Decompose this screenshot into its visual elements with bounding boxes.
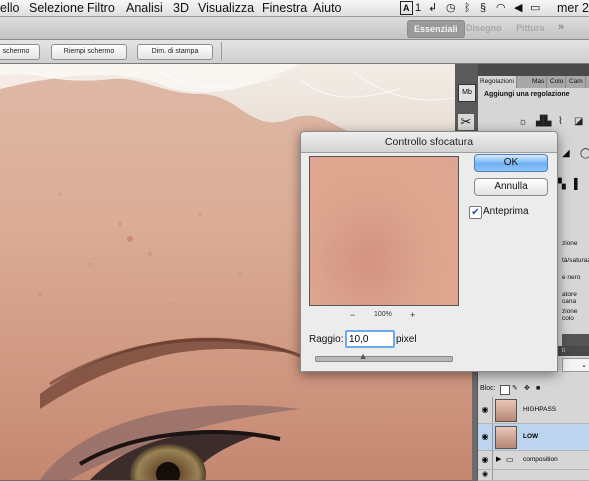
ok-button[interactable]: OK bbox=[474, 154, 548, 172]
menu-item-visualizza[interactable]: Visualizza bbox=[198, 0, 254, 16]
layer-row[interactable]: ◉ bbox=[478, 470, 589, 481]
radius-input[interactable] bbox=[345, 330, 395, 348]
layer-group-row[interactable]: ◉ ▶ ▭ composition bbox=[478, 451, 589, 470]
tab-campioni[interactable]: Cam bbox=[567, 76, 586, 88]
workspace-pittura[interactable]: Pittura bbox=[516, 20, 545, 36]
menu-item-3d[interactable]: 3D bbox=[173, 0, 189, 16]
photo-filter-icon[interactable]: ▚ bbox=[558, 179, 566, 190]
volume-icon[interactable]: ◀ bbox=[514, 0, 522, 16]
dialog-title: Controllo sfocatura bbox=[301, 132, 557, 153]
script-icon[interactable]: § bbox=[480, 0, 486, 16]
options-bar: schermo Riempi schermo Dim. di stampa bbox=[0, 40, 589, 64]
adobe-status-icon[interactable]: A bbox=[400, 1, 413, 15]
menu-item-selezione[interactable]: Selezione bbox=[29, 0, 84, 16]
lock-label: Bloc: bbox=[480, 385, 496, 392]
radius-label: Raggio: bbox=[309, 334, 344, 345]
expand-triangle-icon[interactable]: ▶ bbox=[496, 455, 501, 463]
radius-slider-thumb[interactable]: ▲ bbox=[359, 351, 368, 361]
menu-item-analisi[interactable]: Analisi bbox=[126, 0, 163, 16]
more-workspaces-icon[interactable]: » bbox=[558, 19, 564, 35]
panel-tabs: Regolazioni Mas Colo Cam bbox=[478, 76, 589, 88]
workspace-disegno[interactable]: Disegno bbox=[466, 20, 502, 36]
wifi-icon[interactable]: ◠ bbox=[496, 0, 506, 16]
preset-item[interactable]: tà/saturaz bbox=[562, 257, 589, 274]
layer-row[interactable]: ◉ HIGHPASS bbox=[478, 397, 589, 424]
levels-icon[interactable]: ▟▙ bbox=[536, 116, 551, 127]
battery-icon[interactable]: ▭ bbox=[530, 0, 540, 16]
blend-mode-select[interactable]: ⌄ bbox=[562, 358, 589, 372]
gradient-map-icon[interactable]: ◢ bbox=[562, 148, 570, 159]
panel-divider bbox=[562, 334, 589, 346]
menu-item-filtro[interactable]: Filtro bbox=[87, 0, 115, 16]
clock[interactable]: mer 2 bbox=[557, 0, 589, 16]
print-size-button[interactable]: Dim. di stampa bbox=[137, 44, 213, 60]
fill-screen-button[interactable]: Riempi schermo bbox=[51, 44, 127, 60]
layer-name[interactable]: LOW bbox=[523, 433, 538, 440]
radius-slider-track[interactable] bbox=[315, 356, 453, 362]
blur-preview[interactable] bbox=[309, 156, 459, 306]
menu-bar: ello Selezione Filtro Analisi 3D Visuali… bbox=[0, 0, 589, 17]
visibility-eye-icon[interactable]: ◉ bbox=[478, 451, 493, 469]
layer-row-selected[interactable]: ◉ LOW bbox=[478, 424, 589, 451]
menu-item-aiuto[interactable]: Aiuto bbox=[313, 0, 342, 16]
tools-icon[interactable]: ✂ bbox=[458, 114, 474, 130]
gaussian-blur-dialog: Controllo sfocatura − 100% + OK Annulla … bbox=[300, 131, 558, 372]
lock-move-icon[interactable]: ✥ bbox=[524, 382, 530, 396]
preset-item[interactable]: zione bbox=[562, 240, 589, 257]
lock-all-icon[interactable]: ■ bbox=[536, 382, 540, 396]
time-machine-icon[interactable]: ◷ bbox=[446, 0, 456, 16]
lock-paint-icon[interactable]: ✎ bbox=[512, 382, 518, 396]
selective-color-icon[interactable]: ◯ bbox=[580, 148, 589, 159]
menu-item-finestra[interactable]: Finestra bbox=[262, 0, 307, 16]
workspace-essenziali[interactable]: Essenziali bbox=[407, 20, 465, 38]
visibility-eye-icon[interactable]: ◉ bbox=[478, 397, 493, 423]
cancel-button[interactable]: Annulla bbox=[474, 178, 548, 196]
bluetooth-icon[interactable]: ᛒ bbox=[464, 0, 471, 16]
tray-count: 1 bbox=[415, 2, 422, 14]
layer-thumbnail bbox=[495, 399, 517, 422]
brightness-icon[interactable]: ☼ bbox=[518, 116, 528, 128]
channel-mixer-icon[interactable]: ▌ bbox=[574, 179, 581, 190]
zoom-out-button[interactable]: − bbox=[350, 310, 355, 320]
full-screen-button[interactable]: schermo bbox=[0, 44, 40, 60]
panel-subtitle: Aggiungi una regolazione bbox=[484, 91, 570, 98]
zoom-level: 100% bbox=[374, 311, 392, 318]
layer-name[interactable]: composition bbox=[523, 456, 558, 463]
preset-item[interactable]: atore cana bbox=[562, 291, 589, 308]
lock-transparent-icon[interactable] bbox=[500, 385, 510, 395]
curves-icon[interactable]: ⌇ bbox=[558, 116, 563, 127]
mini-bridge-icon[interactable]: Mb bbox=[458, 84, 476, 102]
tab-regolazioni[interactable]: Regolazioni bbox=[478, 76, 517, 88]
visibility-eye-icon[interactable]: ◉ bbox=[478, 424, 493, 450]
preview-label: Anteprima bbox=[483, 206, 529, 217]
exposure-icon[interactable]: ◪ bbox=[574, 116, 583, 127]
layer-name[interactable]: HIGHPASS bbox=[523, 406, 556, 413]
separator bbox=[221, 42, 222, 61]
zoom-in-button[interactable]: + bbox=[410, 310, 415, 320]
preview-checkbox[interactable]: ✔ bbox=[469, 206, 482, 219]
application-bar: Essenziali Disegno Pittura » bbox=[0, 17, 589, 40]
preset-item[interactable]: zione colo bbox=[562, 308, 589, 325]
tab-colore[interactable]: Colo bbox=[548, 76, 567, 88]
visibility-eye-icon[interactable]: ◉ bbox=[478, 470, 493, 480]
preset-item[interactable]: e nero bbox=[562, 274, 589, 291]
menu-item-livello[interactable]: ello bbox=[0, 0, 19, 16]
tab-maschere[interactable]: Mas bbox=[530, 76, 548, 88]
panel-header bbox=[478, 64, 589, 76]
tray-app-icon[interactable]: ↲ bbox=[428, 0, 437, 16]
radius-unit: pixel bbox=[396, 334, 417, 345]
layer-thumbnail bbox=[495, 426, 517, 449]
folder-icon: ▭ bbox=[506, 455, 514, 464]
